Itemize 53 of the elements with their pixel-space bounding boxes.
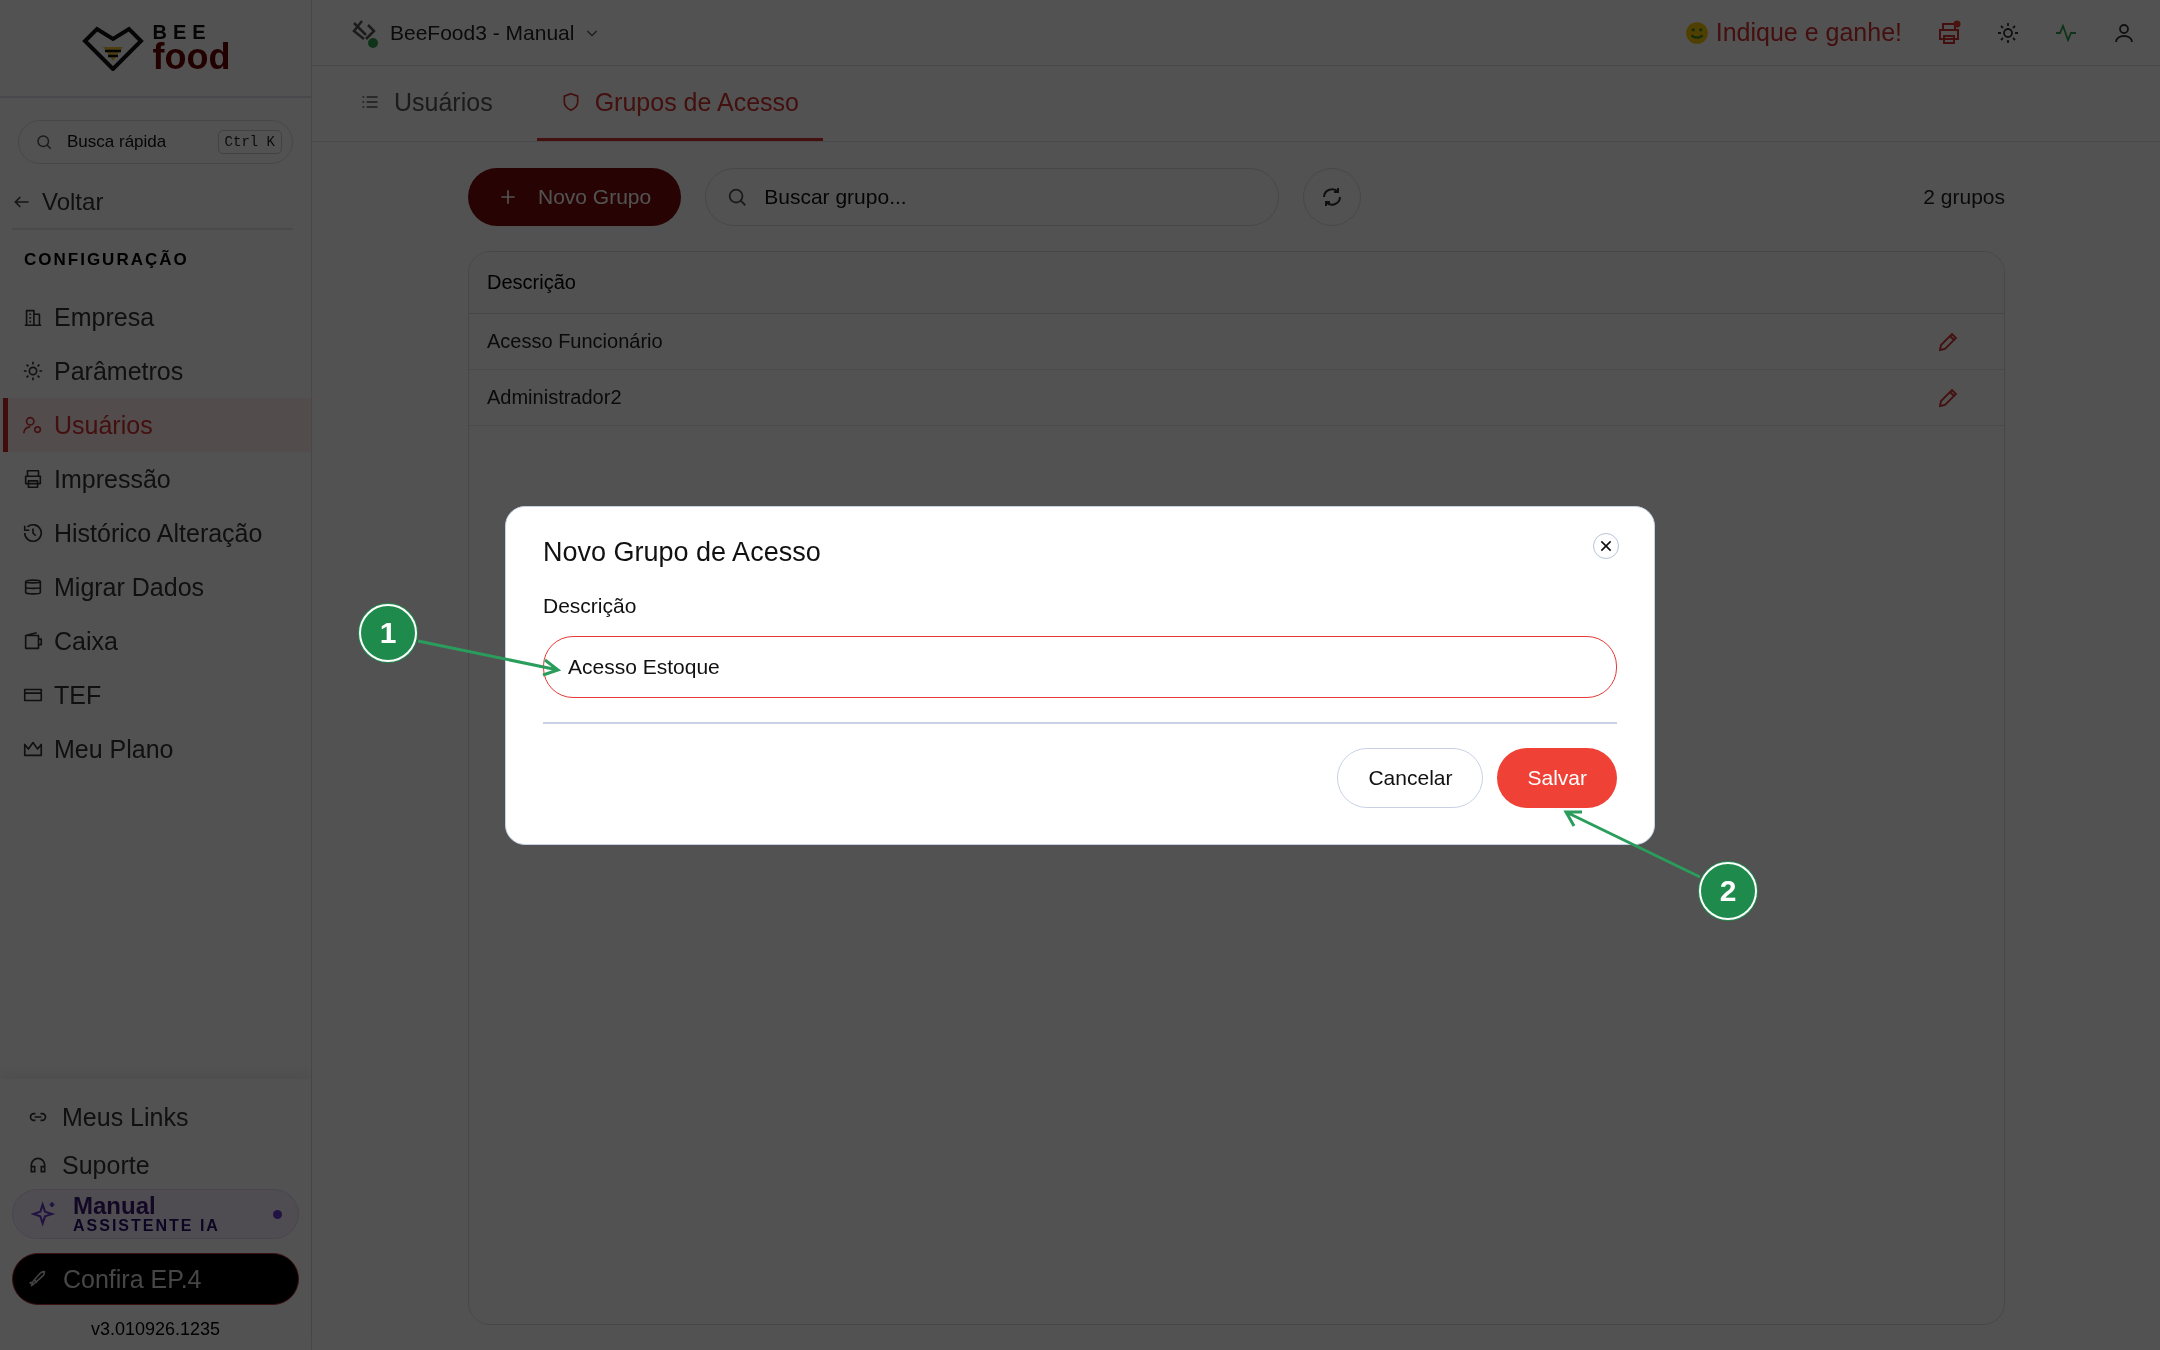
sidebar-link[interactable]: Suporte	[12, 1141, 299, 1189]
sidebar-item[interactable]: Meu Plano	[3, 722, 311, 776]
headphones-icon	[28, 1155, 48, 1175]
sidebar-item[interactable]: Migrar Dados	[3, 560, 311, 614]
back-link[interactable]: Voltar	[12, 188, 293, 230]
sidebar-item[interactable]: Impressão	[3, 452, 311, 506]
menu-item-icon	[22, 414, 44, 436]
sidebar-item[interactable]: Histórico Alteração	[3, 506, 311, 560]
menu-item-icon	[22, 630, 44, 652]
plus-icon	[498, 187, 518, 207]
menu-item-icon	[22, 468, 44, 490]
column-header: Descrição	[487, 271, 576, 294]
logo-wordmark-top: BEE	[152, 22, 212, 41]
group-search-field[interactable]: Buscar grupo...	[762, 184, 1259, 210]
dialog-title: Novo Grupo de Acesso	[543, 536, 821, 568]
sun-icon[interactable]	[1996, 20, 2020, 45]
referral-link[interactable]: Indique e ganhe!	[1683, 18, 1902, 47]
printer-icon[interactable]	[1936, 19, 1962, 46]
sidebar-item[interactable]: Caixa	[3, 614, 311, 668]
sidebar-item[interactable]: Parâmetros	[3, 344, 311, 398]
workspace-selector[interactable]: BeeFood3 - Manual	[348, 16, 601, 49]
version-label: v3.010926.1235	[89, 1319, 222, 1340]
menu-item-icon	[22, 576, 44, 598]
smiley-icon	[1683, 19, 1710, 46]
tab[interactable]: Grupos de Acesso	[536, 66, 823, 141]
assistant-title: Manual	[73, 1194, 157, 1218]
search-icon	[726, 186, 749, 208]
cancel-button[interactable]: Cancelar	[1337, 747, 1484, 808]
save-button[interactable]: Salvar	[1497, 747, 1617, 808]
menu-item-icon	[22, 522, 44, 544]
bee-logo-icon	[80, 25, 145, 71]
sidebar-item[interactable]: Empresa	[3, 290, 311, 344]
logo-wordmark: food	[152, 40, 231, 74]
group-count: 2 grupos	[1923, 185, 2005, 209]
quick-search-field[interactable]: Busca rápida	[65, 131, 206, 153]
menu-item-icon	[22, 360, 44, 382]
assistant-card[interactable]: Manual ASSISTENTE IA	[12, 1189, 299, 1239]
shortcut-key: Ctrl K	[217, 130, 282, 154]
table-cell: Administrador2	[487, 386, 622, 409]
search-icon	[35, 133, 53, 151]
assistant-subtitle: ASSISTENTE IA	[73, 1218, 221, 1234]
new-group-button[interactable]: Novo Grupo	[468, 168, 682, 226]
close-button[interactable]	[1593, 533, 1619, 559]
section-heading: CONFIGURAÇÃO	[24, 250, 190, 270]
status-dot	[273, 1209, 282, 1219]
sidebar-item[interactable]: TEF	[3, 668, 311, 722]
sidebar-link[interactable]: Meus Links	[12, 1093, 299, 1141]
sidebar-item[interactable]: Usuários	[3, 398, 311, 452]
close-icon	[1598, 538, 1614, 554]
table-cell: Acesso Funcionário	[487, 330, 663, 353]
field-label: Descrição	[543, 593, 638, 618]
description-field[interactable]: Acesso Estoque	[543, 635, 1617, 698]
promo-button[interactable]: Confira EP.4	[12, 1253, 299, 1305]
